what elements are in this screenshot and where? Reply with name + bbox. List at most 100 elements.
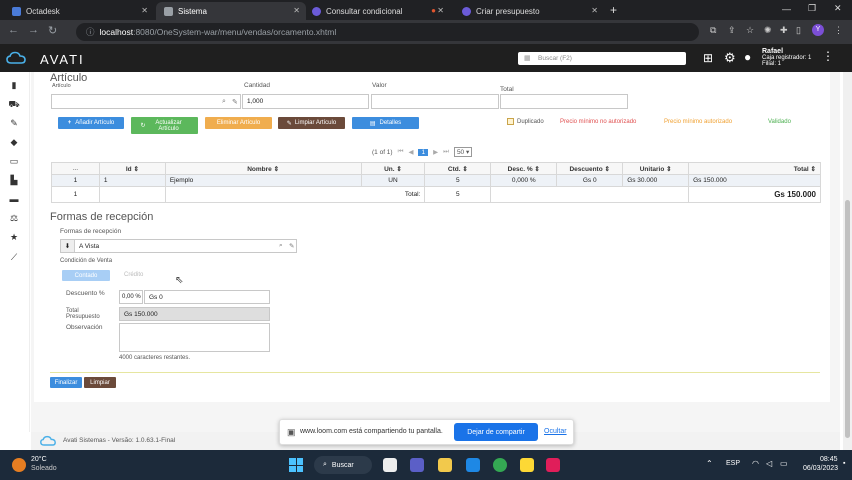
close-icon[interactable]: ✕ <box>591 6 598 15</box>
tab-sistema[interactable]: Sistema ✕ <box>156 2 306 20</box>
prev-page-icon[interactable]: ◀ <box>408 148 413 156</box>
book-icon[interactable]: ▮ <box>8 80 20 90</box>
tab-criar-presupuesto[interactable]: Criar presupuesto ✕ <box>454 2 604 20</box>
clear-article-button[interactable]: ✎ Limpiar Artículo <box>278 117 345 129</box>
tab-octadesk[interactable]: Octadesk ✕ <box>4 2 154 20</box>
chart-icon[interactable]: ⟋ <box>8 252 20 262</box>
windows-start-icon[interactable] <box>289 458 303 472</box>
add-article-button[interactable]: + Añadir Artículo <box>58 117 124 129</box>
last-page-icon[interactable]: ⏭ <box>443 148 449 156</box>
section-title-recepcion: Formas de recepción <box>50 211 154 223</box>
minimize-icon[interactable]: — <box>782 4 791 14</box>
puzzle-icon[interactable]: ✚ <box>780 25 788 36</box>
valor-input[interactable] <box>371 94 499 109</box>
cubes-icon[interactable]: ◆ <box>8 137 20 147</box>
close-icon[interactable]: ✕ <box>293 6 300 15</box>
total-input[interactable] <box>500 94 628 109</box>
hide-link[interactable]: Ocultar <box>544 428 567 435</box>
share-banner-text: www.loom.com está compartiendo tu pantal… <box>300 428 443 435</box>
sticky-notes-icon[interactable] <box>520 458 534 472</box>
mail-icon[interactable] <box>466 458 480 472</box>
column-header[interactable]: Ctd. ⇕ <box>424 162 492 175</box>
column-header[interactable]: Descuento ⇕ <box>556 162 624 175</box>
weather-icon[interactable] <box>12 458 26 472</box>
menu-icon[interactable]: ⋮ <box>834 25 843 36</box>
column-header[interactable]: Nombre ⇕ <box>164 162 362 175</box>
truck-icon[interactable]: ▬ <box>8 194 20 204</box>
battery-icon[interactable]: ▭ <box>780 459 788 468</box>
file-explorer-icon[interactable] <box>438 458 452 472</box>
teams-icon[interactable] <box>410 458 424 472</box>
sidepanel-icon[interactable]: ▯ <box>796 25 801 36</box>
cantidad-input[interactable]: 1,000 <box>242 94 369 109</box>
credito-toggle[interactable]: Crédito <box>124 272 143 278</box>
update-article-button[interactable]: ↻ Actualizar Artículo <box>131 117 198 134</box>
user-icon[interactable]: ● <box>744 50 751 64</box>
more-menu-icon[interactable]: ⋮ <box>822 49 834 63</box>
formas-recepcion-input[interactable]: ⬇ A Vista ⌕ ✎ <box>60 239 297 253</box>
volume-icon[interactable]: ◁ <box>766 459 772 468</box>
column-header[interactable]: Unitario ⇕ <box>622 162 690 175</box>
rows-per-page-select[interactable]: 50 ▾ <box>453 147 473 157</box>
wrench-icon[interactable]: ✎ <box>8 118 20 128</box>
close-window-icon[interactable]: ✕ <box>834 3 842 14</box>
url-input[interactable]: ⓘ localhost:8080/OneSystem-war/menu/vend… <box>76 23 699 41</box>
clock-time[interactable]: 08:45 <box>820 456 838 463</box>
clock-date[interactable]: 06/03/2023 <box>803 465 838 472</box>
contado-toggle[interactable]: Contado <box>62 270 110 281</box>
star-icon[interactable]: ★ <box>8 232 20 242</box>
download-icon[interactable]: ⬇ <box>61 240 75 252</box>
descuento-value-input[interactable]: Gs 0 <box>144 290 270 304</box>
descuento-pct-input[interactable]: 0,00 % <box>119 290 143 304</box>
stop-sharing-button[interactable]: Dejar de compartir <box>454 423 538 441</box>
grid-icon[interactable]: ⊞ <box>703 51 713 65</box>
slack-icon[interactable] <box>546 458 560 472</box>
close-icon[interactable]: ✕ <box>437 6 444 15</box>
limpiar-button[interactable]: Limpiar <box>84 377 116 388</box>
tab-consultar-condicional[interactable]: Consultar condicional ● ✕ <box>304 2 450 20</box>
details-button[interactable]: ▤ Detalles <box>352 117 419 129</box>
scrollbar-thumb[interactable] <box>845 200 850 438</box>
search-input[interactable]: ▦ Buscar (F2) <box>518 52 686 65</box>
notification-icon[interactable]: ▪ <box>843 460 845 467</box>
maximize-icon[interactable]: ❐ <box>808 3 816 14</box>
star-icon[interactable]: ☆ <box>746 25 754 36</box>
column-header[interactable]: Desc. % ⇕ <box>490 162 558 175</box>
extension-icon[interactable]: ⧉ <box>710 25 716 36</box>
reload-icon[interactable]: ↻ <box>48 24 57 37</box>
observacion-textarea[interactable] <box>119 323 270 352</box>
chevron-up-icon[interactable]: ⌃ <box>706 459 713 468</box>
edit-icon[interactable]: ✎ <box>289 242 294 250</box>
wifi-icon[interactable]: ◠ <box>752 459 759 468</box>
search-icon[interactable]: ⌕ <box>222 98 226 106</box>
search-icon[interactable]: ⌕ <box>279 242 283 250</box>
column-header[interactable]: Id ⇕ <box>98 162 166 175</box>
chrome-icon[interactable] <box>493 458 507 472</box>
cart-icon[interactable]: ⛟ <box>8 99 20 109</box>
column-header[interactable]: Total ⇕ <box>688 162 821 175</box>
taskbar-search[interactable]: ⌕ Buscar <box>314 456 372 474</box>
next-page-icon[interactable]: ▶ <box>433 148 438 156</box>
column-header[interactable]: Un. ⇕ <box>360 162 426 175</box>
task-view-icon[interactable] <box>383 458 397 472</box>
money-icon[interactable]: ▭ <box>8 156 20 166</box>
new-tab-icon[interactable]: + <box>610 3 617 17</box>
finalizar-button[interactable]: Finalizar <box>50 377 82 388</box>
page-number-button[interactable]: 1 <box>418 148 429 156</box>
back-icon[interactable]: ← <box>8 24 19 36</box>
language-indicator[interactable]: ESP <box>726 460 740 467</box>
factory-icon[interactable]: ▙ <box>8 175 20 185</box>
profile-avatar[interactable]: Y <box>812 24 824 36</box>
user-info[interactable]: Rafael Caja registrador: 1 Filial: 1 <box>762 48 811 67</box>
delete-article-button[interactable]: Eliminar Artículo <box>205 117 272 129</box>
close-icon[interactable]: ✕ <box>141 6 148 15</box>
gear-icon[interactable]: ⚙ <box>724 50 736 66</box>
first-page-icon[interactable]: ⏮ <box>398 148 404 156</box>
edit-icon[interactable]: ✎ <box>232 98 238 106</box>
share-icon[interactable]: ⇪ <box>728 25 736 36</box>
articulo-input[interactable]: ⌕ ✎ <box>51 94 241 109</box>
table-row[interactable]: 1 1 Ejemplo UN 5 0,000 % Gs 0 Gs 30.000 … <box>51 174 821 187</box>
scale-icon[interactable]: ⚖ <box>8 213 20 223</box>
loom-icon[interactable]: ✺ <box>764 25 772 36</box>
forward-icon[interactable]: → <box>28 24 39 36</box>
